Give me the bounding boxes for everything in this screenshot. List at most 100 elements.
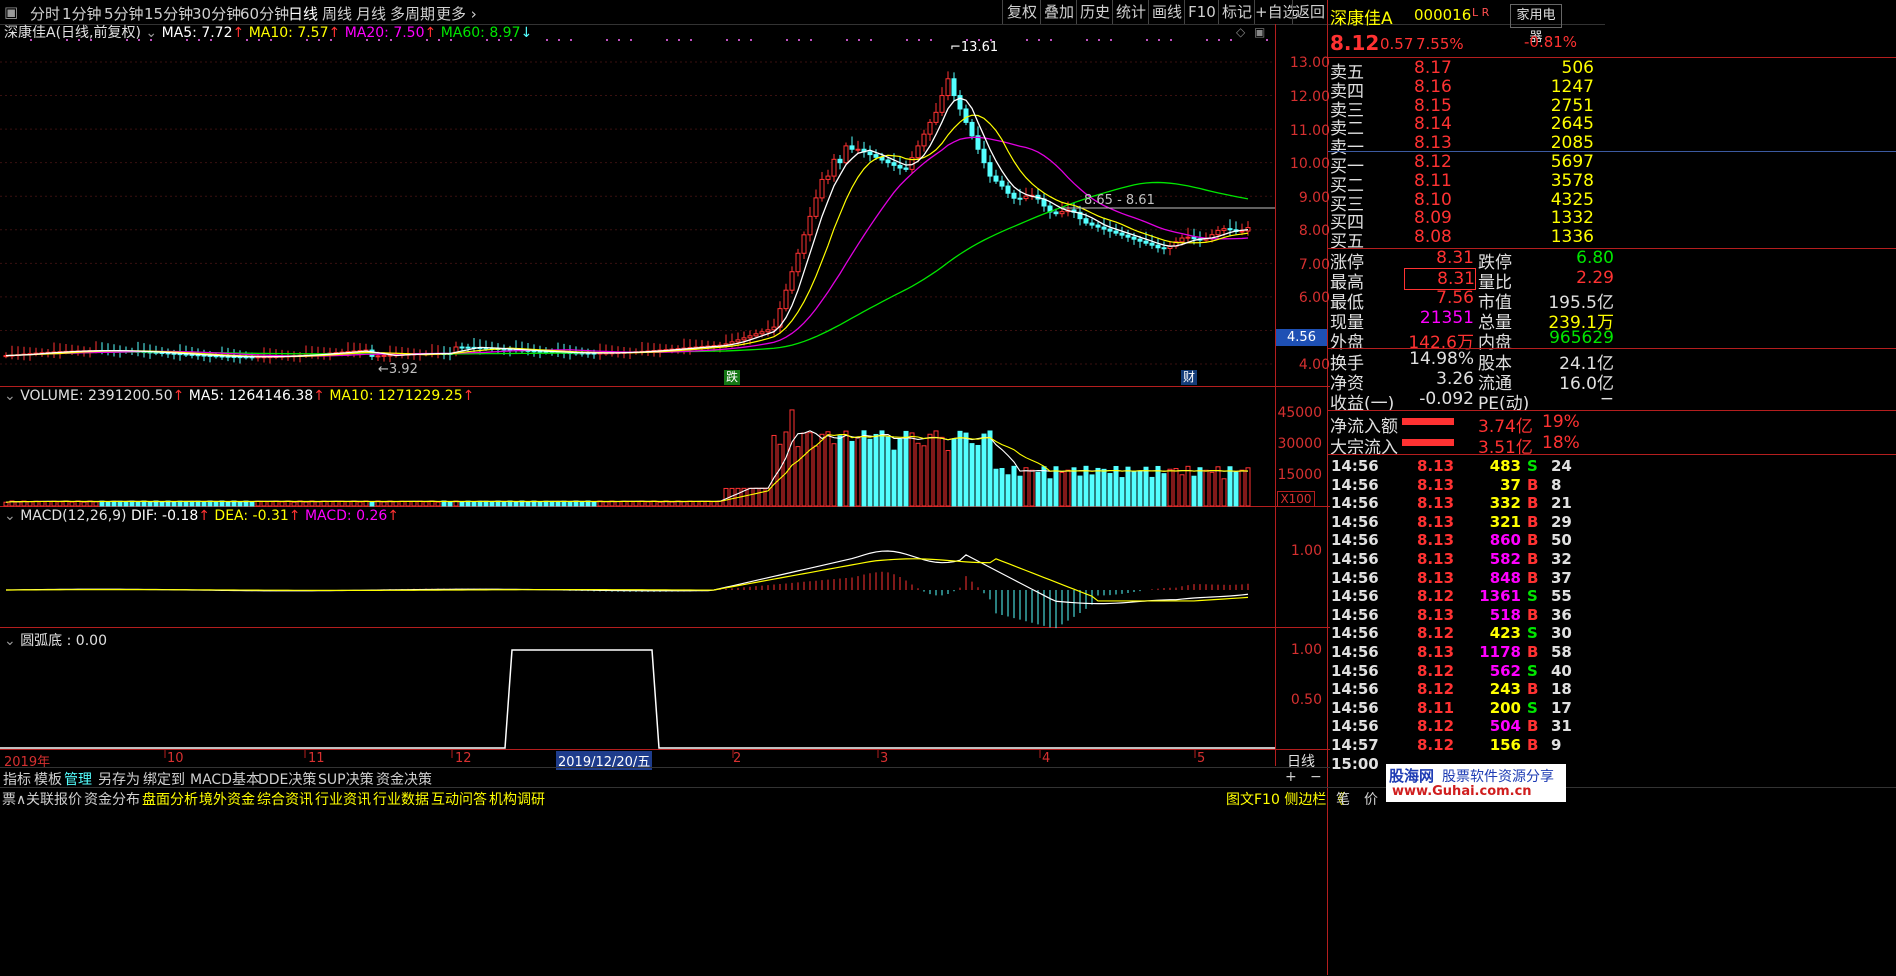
- y-axis-label: 4.00: [1298, 357, 1330, 373]
- link-industry-news[interactable]: 行业资讯: [315, 789, 371, 809]
- link-institution-research[interactable]: 机构调研: [489, 789, 545, 809]
- tick-volume: 483: [1489, 457, 1521, 475]
- flow-pct: 18%: [1542, 433, 1580, 453]
- up-arrow-icon: ↑: [232, 25, 245, 41]
- up-arrow-icon: ↑: [328, 25, 341, 41]
- up-arrow-icon: ↑: [172, 388, 185, 404]
- flow-pct: 19%: [1542, 412, 1580, 432]
- tick-price: 8.11: [1417, 698, 1455, 717]
- tick-side: B: [1527, 736, 1539, 754]
- diamond-icon[interactable]: ◇: [1236, 25, 1245, 39]
- tick-count: 29: [1551, 512, 1572, 531]
- tick-time: 14:56: [1331, 624, 1379, 643]
- vol-ma10-legend: MA10: 1271229.25: [329, 388, 463, 404]
- tab-price[interactable]: 价: [1364, 789, 1378, 809]
- chart-mode-label: (日线,前复权): [55, 25, 141, 41]
- flow-row: 净流入额 3.74亿 19%: [1328, 412, 1896, 437]
- tick-side: S: [1527, 624, 1538, 643]
- tick-price: 8.12: [1417, 717, 1455, 736]
- stats-row: 现量 21351 总量 239.1万: [1328, 308, 1896, 333]
- tick-side: B: [1527, 494, 1539, 513]
- window-restore-icon[interactable]: ▣: [1254, 25, 1265, 39]
- volume-value: VOLUME: 2391200.50: [20, 388, 173, 404]
- high-label: ⌐13.61: [950, 40, 998, 55]
- scroll-up-button[interactable]: 票∧: [2, 789, 26, 809]
- quote-change-pct: 7.55%: [1416, 35, 1464, 53]
- y-axis-label: 13.00: [1289, 55, 1330, 71]
- low-value: 3.92: [388, 362, 418, 377]
- tick-count: 50: [1551, 531, 1572, 550]
- order-volume: 2751: [1550, 95, 1594, 116]
- y-axis-label: 9.00: [1298, 190, 1330, 206]
- tick-volume: 423: [1489, 624, 1521, 643]
- bid-row[interactable]: 买五 8.08 1336: [1328, 227, 1618, 252]
- tick-price: 8.12: [1417, 661, 1455, 680]
- order-price: 8.08: [1414, 227, 1452, 248]
- order-book: 卖五 8.17 506 卖四 8.16 1247 卖三 8.15 2751 卖二 8.14 2645 卖…: [1328, 58, 1896, 252]
- flow-bar: [1402, 418, 1454, 425]
- stat-value: 7.56: [1436, 288, 1474, 308]
- order-volume: 2645: [1550, 114, 1594, 135]
- event-marker-finance[interactable]: 财: [1181, 370, 1197, 385]
- collapse-icon[interactable]: ⌄: [4, 388, 16, 404]
- tick-time: 14:56: [1331, 512, 1379, 531]
- side-panel-toggle[interactable]: 图文F10 侧边栏 《: [1226, 789, 1345, 809]
- tick-volume: 332: [1489, 494, 1521, 513]
- tick-volume: 582: [1489, 550, 1521, 568]
- tick-count: 31: [1551, 717, 1572, 736]
- fundamentals-table: 换手 14.98% 股本 24.1亿 净资 3.26 流通 16.0亿 收益(一) -0.092 P…: [1328, 348, 1896, 414]
- y-axis-label: 12.00: [1289, 89, 1330, 105]
- link-related-quote[interactable]: 关联报价: [26, 789, 82, 809]
- collapse-icon[interactable]: ⌄: [145, 25, 157, 41]
- volume-axis-label: 30000: [1277, 436, 1322, 452]
- tick-volume: 504: [1489, 717, 1521, 736]
- tick-time: 15:00: [1331, 754, 1379, 773]
- link-industry-data[interactable]: 行业数据: [373, 789, 429, 809]
- tick-side: S: [1527, 587, 1538, 606]
- event-marker-fall[interactable]: 跌: [724, 370, 740, 385]
- y-axis-label: 6.00: [1298, 290, 1330, 306]
- tab-ticks[interactable]: 笔: [1336, 789, 1350, 809]
- sector-button[interactable]: 家用电器: [1510, 4, 1562, 45]
- link-overseas-fund[interactable]: 境外资金: [199, 789, 255, 809]
- tick-count: 58: [1551, 643, 1572, 661]
- stat-value: 8.31: [1436, 248, 1474, 268]
- tick-side: B: [1527, 605, 1539, 624]
- watermark-brand: 股海网: [1389, 767, 1435, 785]
- tick-price: 8.12: [1417, 680, 1455, 699]
- order-price: 8.11: [1414, 170, 1452, 191]
- stat-value: 965629: [1549, 328, 1614, 348]
- tick-time: 14:56: [1331, 494, 1379, 513]
- tick-side: B: [1527, 643, 1539, 661]
- tick-price: 8.13: [1417, 512, 1455, 531]
- tick-volume: 200: [1489, 698, 1521, 717]
- fundamental-row: 净资 3.26 流通 16.0亿: [1328, 369, 1896, 394]
- link-fund-distribution[interactable]: 资金分布: [84, 789, 140, 809]
- link-qa[interactable]: 互动问答: [431, 789, 487, 809]
- tick-side: B: [1527, 680, 1539, 699]
- link-market-analysis[interactable]: 盘面分析: [142, 789, 198, 809]
- down-arrow-icon: ↓: [520, 25, 533, 41]
- tick-time: 14:56: [1331, 680, 1379, 699]
- tick-count: 9: [1551, 736, 1562, 754]
- order-volume: 1336: [1550, 227, 1594, 248]
- divider: [1328, 151, 1896, 152]
- tick-volume: 37: [1500, 475, 1521, 494]
- order-volume: 4325: [1550, 189, 1594, 210]
- tick-side: S: [1527, 698, 1538, 717]
- stat-value: -0.092: [1419, 389, 1474, 409]
- tick-count: 37: [1551, 568, 1572, 587]
- tick-volume: 860: [1489, 531, 1521, 550]
- y-axis-label: 8.00: [1298, 223, 1330, 239]
- flow-bar: [1402, 439, 1454, 446]
- tick-count: 30: [1551, 624, 1572, 643]
- stat-value: −: [1599, 389, 1614, 409]
- quote-stock-name: 深康佳A: [1330, 9, 1393, 29]
- quote-flags: L R: [1472, 6, 1490, 19]
- watermark-logo: 股海网 股票软件资源分享 www.Guhai.com.cn: [1386, 764, 1566, 802]
- tick-time: 14:56: [1331, 643, 1379, 661]
- tick-volume: 1361: [1479, 587, 1521, 606]
- link-news[interactable]: 综合资讯: [257, 789, 313, 809]
- tick-price: 8.13: [1417, 494, 1455, 513]
- up-arrow-icon: ↑: [424, 25, 437, 41]
